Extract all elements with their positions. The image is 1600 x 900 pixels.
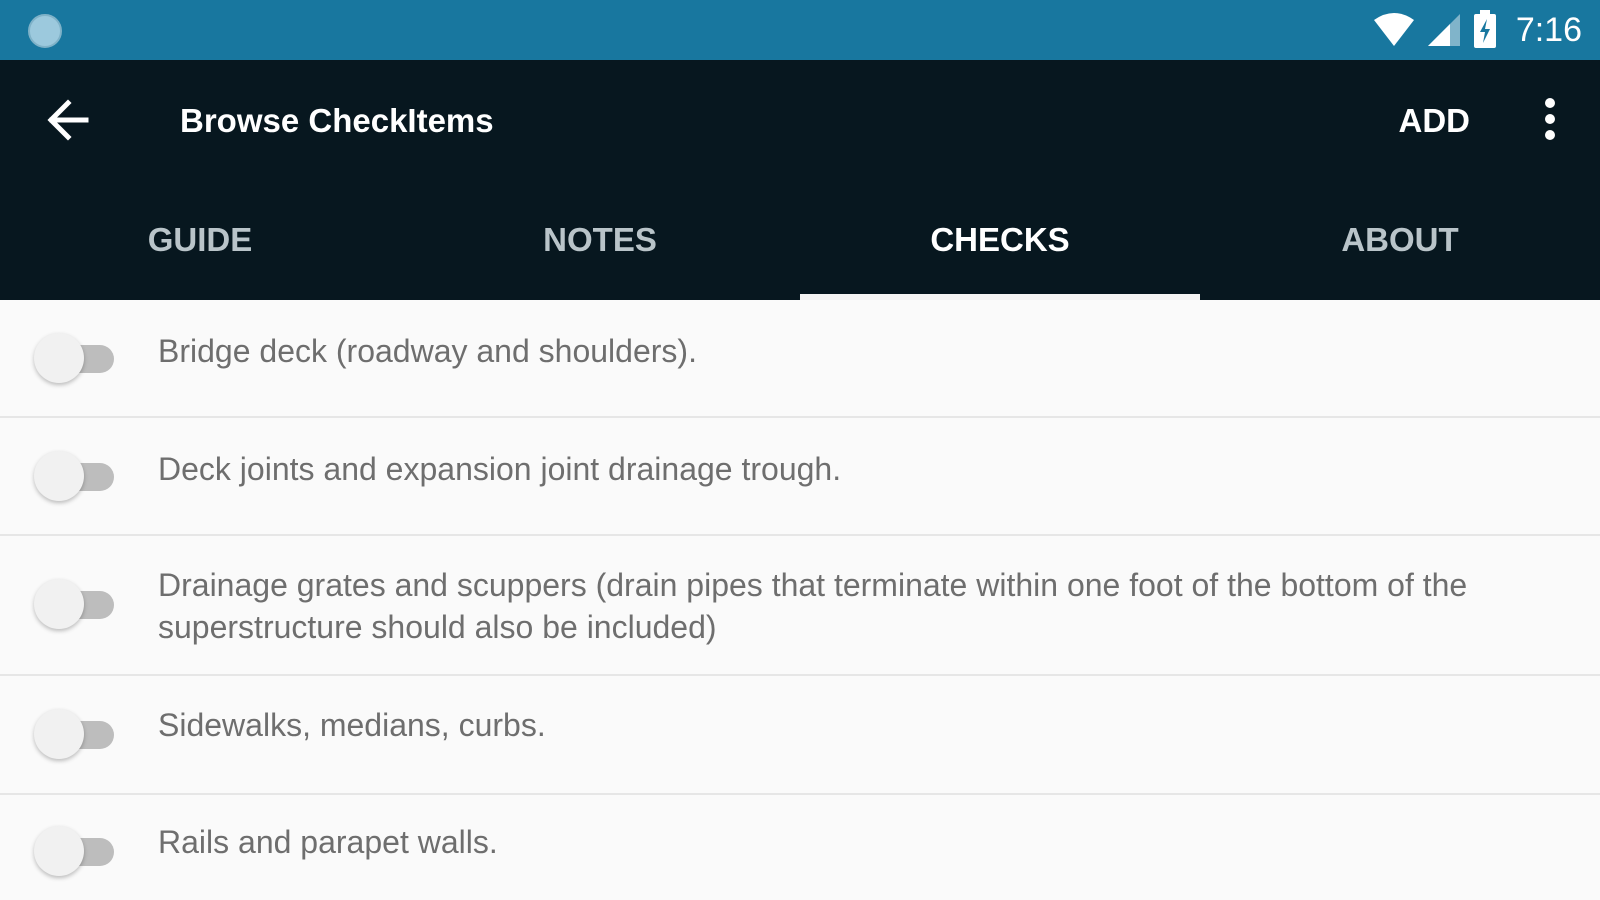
check-item-text: Sidewalks, medians, curbs.: [158, 707, 546, 743]
circle-notification-icon: [28, 14, 62, 48]
check-item-text: Deck joints and expansion joint drainage…: [158, 451, 842, 487]
check-toggle[interactable]: [34, 825, 116, 877]
check-item-text: Rails and parapet walls.: [158, 824, 498, 860]
battery-charging-icon: [1473, 10, 1496, 48]
tab-guide[interactable]: GUIDE: [0, 180, 400, 300]
status-time: 7:16: [1515, 11, 1582, 49]
check-item-text: Drainage grates and scuppers (drain pipe…: [158, 567, 1468, 645]
add-button[interactable]: ADD: [1399, 102, 1471, 140]
tab-notes[interactable]: NOTES: [400, 180, 800, 300]
check-toggle[interactable]: [34, 332, 116, 384]
check-toggle[interactable]: [34, 708, 116, 760]
tab-about[interactable]: ABOUT: [1200, 180, 1600, 300]
back-arrow-icon[interactable]: [40, 90, 100, 150]
list-item: Deck joints and expansion joint drainage…: [0, 418, 1600, 536]
check-toggle[interactable]: [34, 578, 116, 630]
list-item: Rails and parapet walls.: [0, 795, 1600, 900]
more-vert-icon[interactable]: [1540, 94, 1560, 148]
tab-checks[interactable]: CHECKS: [800, 180, 1200, 300]
wifi-icon: [1373, 13, 1414, 46]
list-item: Bridge deck (roadway and shoulders).: [0, 300, 1600, 418]
list-item: Drainage grates and scuppers (drain pipe…: [0, 536, 1600, 676]
tab-bar: GUIDE NOTES CHECKS ABOUT: [0, 180, 1600, 300]
signal-icon: [1427, 14, 1460, 46]
check-item-list: Bridge deck (roadway and shoulders). Dec…: [0, 300, 1600, 900]
status-bar: 7:16: [0, 0, 1600, 60]
check-toggle[interactable]: [34, 450, 116, 502]
list-item: Sidewalks, medians, curbs.: [0, 676, 1600, 795]
status-icons: 7:16: [1372, 8, 1582, 52]
check-item-text: Bridge deck (roadway and shoulders).: [158, 333, 697, 369]
page-title: Browse CheckItems: [180, 102, 494, 139]
